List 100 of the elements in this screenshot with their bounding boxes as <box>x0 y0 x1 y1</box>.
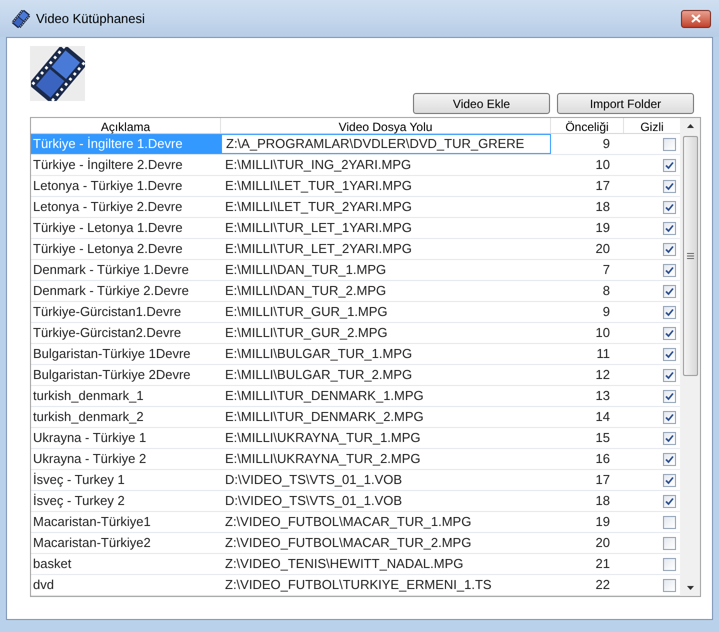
scroll-up-icon <box>686 124 694 128</box>
hidden-checkbox[interactable] <box>663 474 676 486</box>
table-cell-text: basket <box>32 555 72 574</box>
table-cell-text: E:\MILLI\UKRAYNA_TUR_2.MPG <box>224 450 422 468</box>
table-cell-text: 11 <box>596 345 611 364</box>
table-cell-text: 7 <box>602 261 611 280</box>
check-icon <box>665 476 674 484</box>
hidden-checkbox[interactable] <box>663 222 676 234</box>
table-cell-text: 12 <box>594 366 611 384</box>
table-cell-text: E:\MILLI\TUR_LET_1YARI.MPG <box>224 219 413 238</box>
check-icon <box>665 266 674 274</box>
column-header[interactable]: Önceliği <box>551 118 624 133</box>
table-cell-text: Macaristan-Türkiye1 <box>32 513 152 532</box>
table-cell-text: E:\MILLI\BULGAR_TUR_2.MPG <box>224 366 414 384</box>
check-icon <box>665 328 674 338</box>
scroll-down-icon <box>686 586 694 590</box>
table-cell-text: Z:\VIDEO_FUTBOL\MACAR_TUR_2.MPG <box>224 534 472 552</box>
check-icon <box>665 454 674 464</box>
check-icon <box>665 160 674 170</box>
table-cell-text: Ukrayna - Türkiye 2 <box>32 450 148 468</box>
table-cell-text: E:\MILLI\UKRAYNA_TUR_1.MPG <box>224 429 422 448</box>
table-cell-text: D:\VIDEO_TS\VTS_01_1.VOB <box>224 492 404 510</box>
grip-icon <box>686 253 694 259</box>
table-cell-text: 10 <box>594 156 611 174</box>
table-cell: Türkiye - İngiltere 1.Devre <box>31 134 221 154</box>
column-header[interactable]: Açıklama <box>31 118 221 133</box>
check-icon <box>665 244 674 254</box>
hidden-checkbox[interactable] <box>663 326 676 340</box>
hidden-checkbox[interactable] <box>663 410 676 424</box>
film-icon <box>12 10 30 28</box>
column-header[interactable]: Video Dosya Yolu <box>221 118 551 133</box>
table-cell-text: Türkiye - Letonya 1.Devre <box>32 219 184 238</box>
toolbar-button[interactable]: Video Ekle <box>413 93 550 114</box>
close-icon <box>691 14 701 23</box>
hidden-checkbox[interactable] <box>663 390 676 402</box>
table-cell-text: 22 <box>594 576 611 594</box>
table-cell-text: E:\MILLI\LET_TUR_2YARI.MPG <box>224 198 413 216</box>
hidden-checkbox[interactable] <box>663 578 676 592</box>
table-cell-text: Bulgaristan-Türkiye 2Devre <box>32 366 192 384</box>
column-header[interactable]: Gizli <box>624 118 680 133</box>
hidden-checkbox[interactable] <box>663 536 676 550</box>
table-cell-text: E:\MILLI\TUR_ING_2YARI.MPG <box>224 156 412 174</box>
check-icon <box>665 434 674 442</box>
hidden-checkbox[interactable] <box>663 306 676 318</box>
table-cell-text: Z:\VIDEO_FUTBOL\MACAR_TUR_1.MPG <box>224 513 472 532</box>
hidden-checkbox[interactable] <box>663 264 676 276</box>
table-cell-text: 13 <box>594 387 611 406</box>
hidden-checkbox[interactable] <box>663 558 676 570</box>
table-cell-text: Bulgaristan-Türkiye 1Devre <box>32 345 192 364</box>
table-cell-text: 9 <box>602 135 611 154</box>
table-cell-text: Z:\VIDEO_TENIS\HEWITT_NADAL.MPG <box>224 555 464 574</box>
scroll-thumb[interactable] <box>682 136 698 376</box>
hidden-checkbox[interactable] <box>663 452 676 466</box>
table-cell-text: 19 <box>594 219 611 238</box>
hidden-checkbox[interactable] <box>663 432 676 444</box>
table-cell-text: E:\MILLI\TUR_DENMARK_1.MPG <box>224 387 425 406</box>
hidden-checkbox[interactable] <box>663 158 676 172</box>
table-cell-text: D:\VIDEO_TS\VTS_01_1.VOB <box>224 471 404 490</box>
table-cell-text: Türkiye - İngiltere 2.Devre <box>32 156 184 174</box>
table-cell-text: 8 <box>602 282 611 300</box>
table-cell-text: Z:\VIDEO_FUTBOL\TURKIYE_ERMENI_1.TS <box>224 576 493 594</box>
table-cell-text: 9 <box>602 303 611 322</box>
table-cell-text: E:\MILLI\TUR_GUR_1.MPG <box>224 303 389 322</box>
check-icon <box>665 308 674 316</box>
table-cell-text: Türkiye-Gürcistan2.Devre <box>32 324 182 342</box>
hidden-checkbox[interactable] <box>663 242 676 256</box>
table-cell-text: Türkiye-Gürcistan1.Devre <box>32 303 182 322</box>
close-button[interactable] <box>681 10 711 28</box>
check-icon <box>665 286 674 296</box>
hidden-checkbox[interactable] <box>663 348 676 360</box>
table-cell-text: dvd <box>32 576 55 594</box>
table-cell-text: Letonya - Türkiye 2.Devre <box>32 198 184 216</box>
hidden-checkbox[interactable] <box>663 284 676 298</box>
table-cell-text: Türkiye - Letonya 2.Devre <box>32 240 184 258</box>
toolbar-button[interactable]: Import Folder <box>557 93 694 114</box>
hidden-checkbox[interactable] <box>663 180 676 192</box>
table-cell-text: İsveç - Turkey 2 <box>32 492 126 510</box>
check-icon <box>665 182 674 190</box>
table-cell-text: Denmark - Türkiye 1.Devre <box>32 261 190 280</box>
table-cell-text: turkish_denmark_1 <box>32 387 145 406</box>
table-cell-text: E:\MILLI\LET_TUR_1YARI.MPG <box>224 177 413 196</box>
table-cell-text: Macaristan-Türkiye2 <box>32 534 152 552</box>
table-cell-text: Ukrayna - Türkiye 1 <box>32 429 148 448</box>
hidden-checkbox[interactable] <box>663 368 676 382</box>
table-cell-text: E:\MILLI\TUR_DENMARK_2.MPG <box>224 408 425 426</box>
table-cell-text: 18 <box>594 492 611 510</box>
check-icon <box>665 370 674 380</box>
hidden-checkbox[interactable] <box>663 200 676 214</box>
scrollbar[interactable] <box>680 118 700 596</box>
table-cell-text: Denmark - Türkiye 2.Devre <box>32 282 190 300</box>
hidden-checkbox[interactable] <box>663 516 676 528</box>
table-cell-text: 16 <box>594 450 611 468</box>
check-icon <box>665 496 674 506</box>
table-cell-text: 20 <box>594 534 611 552</box>
film-strip-icon <box>30 46 84 100</box>
table-cell-text: 18 <box>594 198 611 216</box>
table-cell-text: 21 <box>594 555 611 574</box>
hidden-checkbox[interactable] <box>663 494 676 508</box>
hidden-checkbox[interactable] <box>663 138 676 150</box>
check-icon <box>665 224 674 232</box>
